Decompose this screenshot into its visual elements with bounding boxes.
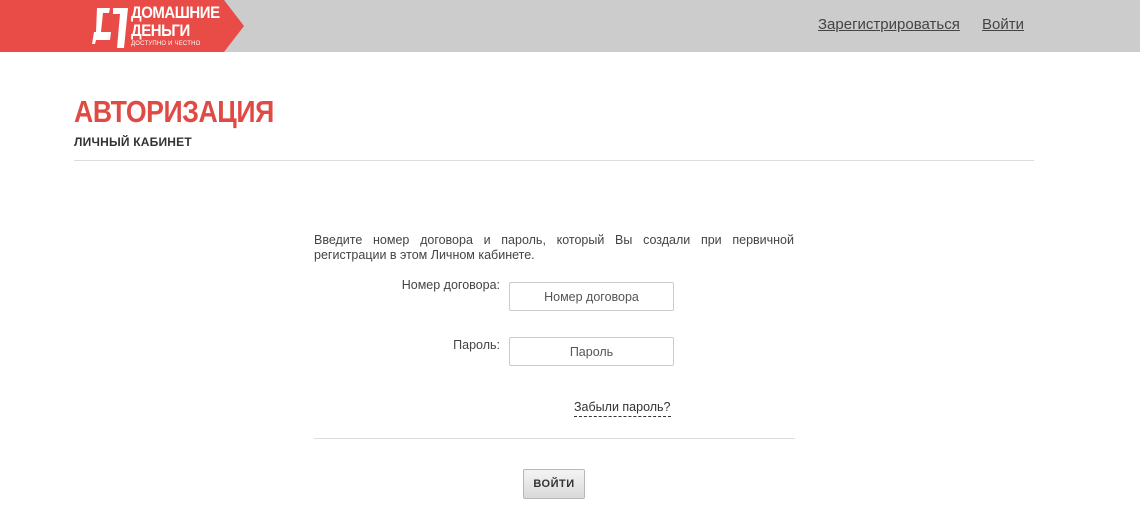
login-link[interactable]: Войти (982, 16, 1024, 33)
logo-tagline: доступно и честно (131, 41, 201, 47)
login-submit-button[interactable]: ВОЙТИ (523, 469, 585, 499)
contract-number-label: Номер договора: (401, 278, 500, 292)
contract-number-input[interactable] (509, 282, 674, 311)
logo-line-2: ДЕНЬГИ (131, 21, 190, 40)
page-title: АВТОРИЗАЦИЯ (74, 94, 274, 129)
logo-wordmark: ДОМАШНИЕ ДЕНЬГИ доступно и честно (131, 4, 232, 47)
form-instructions: Введите номер договора и пароль, который… (314, 233, 794, 262)
header-divider (74, 160, 1034, 161)
brand-logo[interactable]: ДОМАШНИЕ ДЕНЬГИ доступно и честно (0, 0, 244, 52)
password-label: Пароль: (453, 338, 500, 352)
register-link[interactable]: Зарегистрироваться (818, 16, 960, 33)
logo-line-1: ДОМАШНИЕ (131, 3, 220, 22)
form-divider (314, 438, 795, 439)
forgot-password-link[interactable]: Забыли пароль? (574, 400, 671, 417)
page-subtitle: ЛИЧНЫЙ КАБИНЕТ (74, 135, 192, 149)
password-input[interactable] (509, 337, 674, 366)
top-bar: ДОМАШНИЕ ДЕНЬГИ доступно и честно Зареги… (0, 0, 1140, 52)
